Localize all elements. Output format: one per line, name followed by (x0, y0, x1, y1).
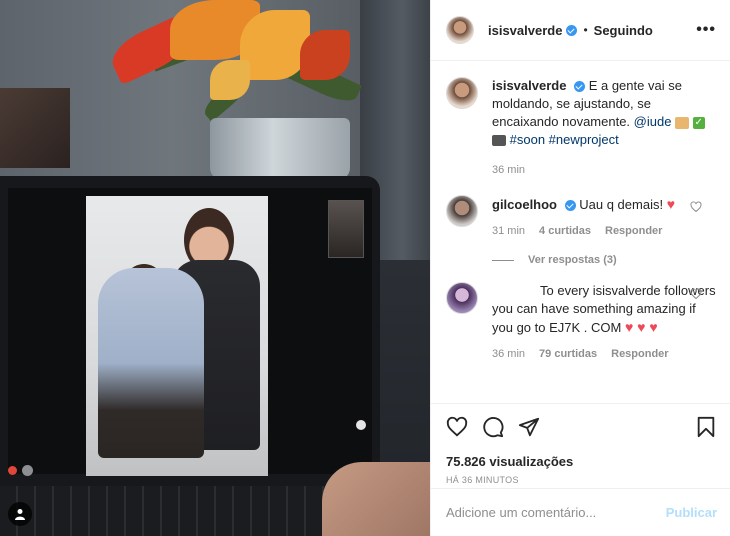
red-heart-emoji-icon: ♥ ♥ ♥ (624, 319, 658, 335)
avatar[interactable] (446, 282, 478, 314)
reply-button[interactable]: Responder (611, 345, 668, 363)
reply-button[interactable]: Responder (605, 222, 662, 240)
follow-status-button[interactable]: Seguindo (594, 23, 653, 38)
comment-time[interactable]: 36 min (492, 345, 525, 363)
verified-badge-icon (574, 81, 586, 93)
add-comment-bar: Publicar (431, 488, 730, 536)
avatar[interactable] (446, 16, 474, 44)
post-time[interactable]: Há 36 minutos (446, 475, 717, 485)
view-replies-label: Ver respostas (3) (528, 254, 617, 266)
comment-text: To every isisvalverde followers you can … (492, 283, 716, 335)
comment-username[interactable]: gilcoelhoo (492, 197, 557, 212)
views-number: 75.826 (446, 454, 486, 469)
separator: • (583, 23, 588, 37)
comment-likes[interactable]: 4 curtidas (539, 222, 591, 240)
house-emoji-icon (675, 116, 690, 129)
view-replies-button[interactable]: Ver respostas (3) (492, 254, 716, 266)
glass-vase (210, 118, 350, 180)
publish-button[interactable]: Publicar (666, 505, 717, 520)
avatar[interactable] (446, 195, 478, 227)
check-emoji-icon: ✓ (692, 116, 705, 129)
comment-text: Uau q demais! (579, 197, 664, 212)
caption: isisvalverde E a gente vai se moldando, … (446, 77, 716, 179)
hashtag-links[interactable]: #soon #newproject (510, 132, 619, 147)
mention-link[interactable]: @iude (634, 114, 672, 129)
user-tag-button[interactable] (8, 502, 32, 526)
red-heart-emoji-icon: ♥ (666, 196, 676, 212)
bookmark-icon[interactable] (695, 416, 717, 438)
record-indicator (8, 466, 17, 475)
avatar[interactable] (446, 77, 478, 109)
comment-likes[interactable]: 79 curtidas (539, 345, 597, 363)
views-label: visualizações (489, 454, 574, 469)
views-count[interactable]: 75.826 visualizações (446, 454, 717, 469)
post-side-panel: isisvalverde • Seguindo ••• isisvalverde… (430, 0, 730, 536)
comment: To every isisvalverde followers you can … (446, 282, 716, 363)
caption-time[interactable]: 36 min (492, 161, 525, 179)
video-call-thumbnail (328, 200, 364, 258)
comment-icon[interactable] (482, 416, 504, 438)
call-control-light (356, 420, 366, 430)
call-control (22, 465, 33, 476)
heart-icon[interactable] (446, 416, 468, 438)
verified-badge-icon (564, 200, 576, 212)
camera-emoji-icon (492, 135, 506, 147)
more-options-button[interactable]: ••• (696, 21, 716, 39)
divider (492, 259, 514, 261)
share-icon[interactable] (518, 416, 540, 438)
caption-username[interactable]: isisvalverde (492, 78, 566, 93)
hand (322, 462, 430, 536)
like-comment-icon[interactable] (690, 201, 702, 213)
comments-section: isisvalverde E a gente vai se moldando, … (431, 61, 730, 401)
like-comment-icon[interactable] (690, 288, 702, 300)
comment-input[interactable] (446, 505, 666, 520)
person-man-body (98, 268, 204, 458)
post-header: isisvalverde • Seguindo ••• (431, 0, 730, 61)
comment: gilcoelhoo Uau q demais! ♥ 31 min 4 curt… (446, 195, 716, 240)
post-video[interactable] (0, 0, 430, 536)
wall-painting (0, 88, 70, 168)
username[interactable]: isisvalverde (488, 23, 562, 38)
comment-time[interactable]: 31 min (492, 222, 525, 240)
user-tag-icon (15, 509, 25, 520)
verified-badge-icon (566, 24, 578, 36)
post-actions: 75.826 visualizações Há 36 minutos (431, 403, 730, 485)
